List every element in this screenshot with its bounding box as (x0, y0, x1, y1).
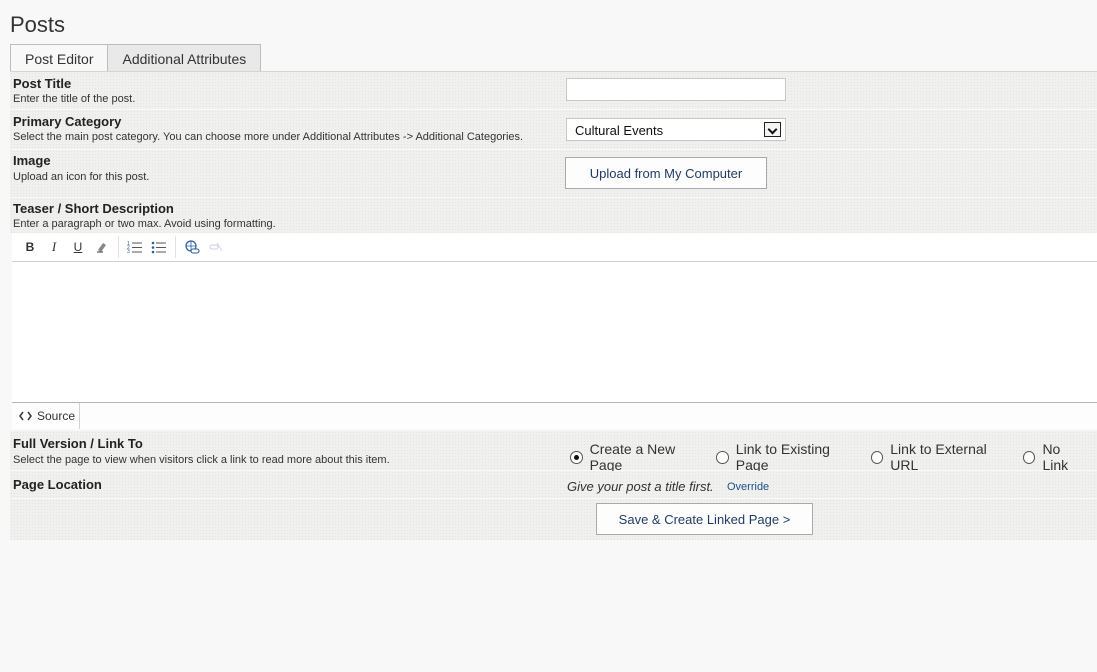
radio-create-new-page[interactable]: Create a New Page (570, 441, 707, 473)
toolbar-separator (175, 236, 176, 258)
post-form: Post Title Enter the title of the post. … (10, 71, 1097, 234)
radio-no-link[interactable]: No Link (1022, 441, 1088, 473)
image-row: Image Upload an icon for this post. Uplo… (10, 150, 1097, 198)
page-location-row: Page Location Give your post a title fir… (10, 471, 1097, 499)
toolbar-separator (118, 236, 119, 258)
post-title-label: Post Title (13, 76, 72, 91)
upload-button[interactable]: Upload from My Computer (565, 157, 767, 189)
actions-row: Save & Create Linked Page > (10, 499, 1097, 541)
primary-category-hint: Select the main post category. You can c… (13, 131, 524, 143)
editor-bottom-bar: Source (12, 402, 1097, 429)
svg-text:3: 3 (127, 249, 130, 254)
image-hint: Upload an icon for this post. (13, 171, 150, 183)
link-to-options: Create a New Page Link to Existing Page … (570, 441, 1097, 473)
bulleted-list-icon[interactable] (147, 236, 171, 258)
tab-post-editor[interactable]: Post Editor (10, 44, 109, 72)
underline-button[interactable]: U (66, 236, 90, 258)
radio-link-external-url[interactable]: Link to External URL (870, 441, 1014, 473)
primary-category-label: Primary Category (13, 114, 122, 129)
page-location-note: Give your post a title first. (567, 479, 714, 494)
full-version-hint: Select the page to view when visitors cl… (13, 454, 390, 466)
unlink-icon[interactable] (204, 236, 228, 258)
radio-label: Link to External URL (890, 441, 987, 473)
post-title-input[interactable] (566, 78, 786, 101)
teaser-row: Teaser / Short Description Enter a parag… (10, 198, 1097, 234)
italic-button[interactable]: I (42, 236, 66, 258)
radio-unchecked-icon[interactable] (1022, 450, 1036, 464)
full-version-row: Full Version / Link To Select the page t… (10, 431, 1097, 473)
teaser-hint: Enter a paragraph or two max. Avoid usin… (13, 218, 276, 230)
link-icon[interactable] (180, 236, 204, 258)
radio-unchecked-icon[interactable] (870, 450, 884, 464)
primary-category-value: Cultural Events (575, 123, 664, 138)
tab-bar: Post Editor Additional Attributes (10, 44, 262, 72)
numbered-list-icon[interactable]: 123 (123, 236, 147, 258)
chevron-down-icon[interactable] (764, 122, 781, 137)
radio-label: Link to Existing Page (735, 441, 830, 473)
source-label: Source (37, 409, 76, 423)
image-label: Image (13, 153, 51, 168)
radio-checked-icon[interactable] (570, 450, 583, 464)
radio-unchecked-icon[interactable] (716, 450, 729, 464)
radio-link-existing-page[interactable]: Link to Existing Page (716, 441, 861, 473)
editor-toolbar: B I U 123 (12, 233, 1097, 262)
post-form-lower: Full Version / Link To Select the page t… (10, 431, 1097, 541)
source-button[interactable]: Source (12, 403, 80, 429)
teaser-label: Teaser / Short Description (13, 201, 174, 216)
save-create-linked-page-button[interactable]: Save & Create Linked Page > (596, 503, 813, 535)
radio-label: No Link (1042, 441, 1069, 473)
page-title: Posts (10, 12, 66, 37)
radio-label: Create a New Page (589, 441, 676, 473)
tab-additional-attributes[interactable]: Additional Attributes (108, 44, 262, 72)
post-title-hint: Enter the title of the post. (13, 93, 136, 105)
primary-category-select[interactable]: Cultural Events (566, 118, 786, 141)
page-location-label: Page Location (13, 477, 102, 492)
override-link[interactable]: Override (727, 481, 769, 493)
code-icon (19, 411, 32, 421)
full-version-label: Full Version / Link To (13, 436, 143, 451)
bold-button[interactable]: B (18, 236, 42, 258)
teaser-editor-content[interactable] (12, 262, 1097, 402)
teaser-rich-text-editor: B I U 123 Source (12, 233, 1097, 429)
post-title-row: Post Title Enter the title of the post. (10, 72, 1097, 110)
primary-category-row: Primary Category Select the main post ca… (10, 110, 1097, 150)
remove-format-icon[interactable] (90, 236, 114, 258)
